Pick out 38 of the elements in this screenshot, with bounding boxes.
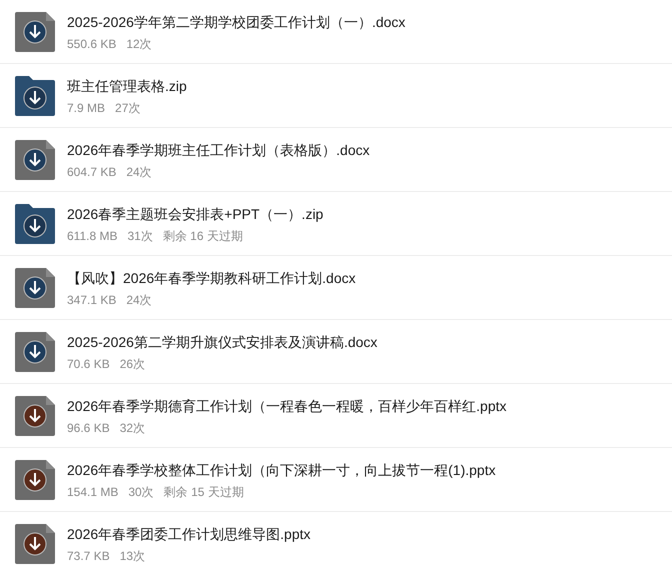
file-size: 73.7 KB bbox=[67, 548, 110, 564]
download-count: 12次 bbox=[126, 36, 152, 52]
file-size: 96.6 KB bbox=[67, 420, 110, 436]
file-name[interactable]: 2026春季主题班会安排表+PPT（一）.zip bbox=[67, 204, 324, 224]
document-download-icon bbox=[15, 140, 55, 180]
file-name[interactable]: 【风吹】2026年春季学期教科研工作计划.docx bbox=[67, 268, 356, 288]
file-size: 7.9 MB bbox=[67, 100, 106, 116]
download-count: 24次 bbox=[126, 292, 152, 308]
download-count: 26次 bbox=[120, 356, 146, 372]
download-count: 24次 bbox=[126, 164, 152, 180]
expiry-note: 剩余 15 天过期 bbox=[164, 484, 244, 500]
download-count: 30次 bbox=[128, 484, 154, 500]
file-name[interactable]: 2025-2026学年第二学期学校团委工作计划（一）.docx bbox=[67, 12, 406, 32]
file-name[interactable]: 2026年春季团委工作计划思维导图.pptx bbox=[67, 524, 310, 544]
document-download-icon bbox=[15, 332, 55, 372]
file-name[interactable]: 2026年春季学期德育工作计划（一程春色一程暖，百样少年百样红.pptx bbox=[67, 396, 506, 416]
file-size: 347.1 KB bbox=[67, 292, 116, 308]
folder-download-icon bbox=[15, 76, 55, 116]
file-size: 154.1 MB bbox=[67, 484, 118, 500]
document-download-icon bbox=[15, 460, 55, 500]
document-download-icon bbox=[15, 396, 55, 436]
document-download-icon bbox=[15, 524, 55, 564]
expiry-note: 剩余 16 天过期 bbox=[162, 228, 243, 244]
download-count: 32次 bbox=[120, 420, 146, 436]
file-name[interactable]: 2026年春季学期班主任工作计划（表格版）.docx bbox=[67, 140, 370, 160]
download-count: 13次 bbox=[120, 548, 146, 564]
file-name[interactable]: 2026年春季学校整体工作计划（向下深耕一寸，向上拔节一程(1).pptx bbox=[67, 460, 496, 480]
document-download-icon bbox=[15, 12, 55, 52]
file-size: 70.6 KB bbox=[67, 356, 110, 372]
file-name[interactable]: 班主任管理表格.zip bbox=[67, 76, 187, 96]
folder-download-icon bbox=[15, 204, 55, 244]
file-name[interactable]: 2025-2026第二学期升旗仪式安排表及演讲稿.docx bbox=[67, 332, 378, 352]
download-count: 31次 bbox=[127, 228, 153, 244]
download-count: 27次 bbox=[115, 100, 140, 116]
file-size: 604.7 KB bbox=[67, 164, 116, 180]
document-download-icon bbox=[15, 268, 55, 308]
file-size: 550.6 KB bbox=[67, 36, 116, 52]
file-size: 611.8 MB bbox=[67, 228, 118, 244]
